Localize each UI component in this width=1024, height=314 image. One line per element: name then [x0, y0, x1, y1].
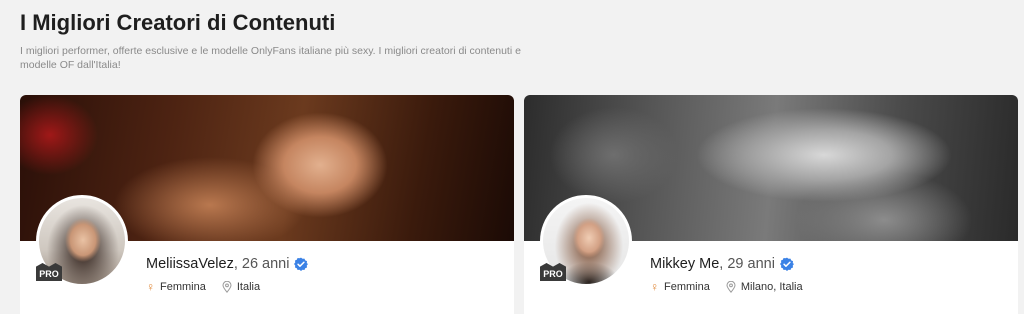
page-title: I Migliori Creatori di Contenuti: [20, 10, 336, 35]
gender-item: ♀ Femmina: [650, 281, 710, 293]
creator-name[interactable]: MeliissaVelez: [146, 256, 234, 272]
page-subtitle: I migliori performer, offerte esclusive …: [20, 45, 521, 71]
gender-label: Femmina: [160, 281, 206, 293]
creator-age: , 26 anni: [233, 256, 290, 272]
female-icon: ♀: [650, 280, 659, 294]
verified-icon: [294, 257, 309, 271]
verified-icon: [779, 257, 794, 271]
location-pin-icon: [222, 281, 232, 293]
creator-age: , 29 anni: [719, 256, 775, 272]
location-label: Italia: [236, 281, 261, 293]
location-item: Milano, Italia: [726, 281, 803, 293]
creator-meta: ♀ Femmina Italia: [146, 281, 276, 293]
female-icon: ♀: [146, 280, 155, 294]
location-label: Milano, Italia: [740, 281, 803, 293]
gender-item: ♀ Femmina: [146, 281, 206, 293]
creator-name[interactable]: Mikkey Me: [650, 256, 719, 272]
creator-card[interactable]: PRO Mikkey Me , 29 anni ♀ Femmina Milano…: [524, 95, 1018, 314]
creator-meta: ♀ Femmina Milano, Italia: [650, 281, 819, 293]
location-item: Italia: [222, 281, 260, 293]
creator-name-line[interactable]: Mikkey Me , 29 anni: [650, 256, 794, 272]
gender-label: Femmina: [664, 281, 710, 293]
creator-name-line[interactable]: MeliissaVelez , 26 anni: [146, 256, 309, 272]
location-pin-icon: [726, 281, 736, 293]
creator-card[interactable]: PRO MeliissaVelez , 26 anni ♀ Femmina It…: [20, 95, 514, 314]
